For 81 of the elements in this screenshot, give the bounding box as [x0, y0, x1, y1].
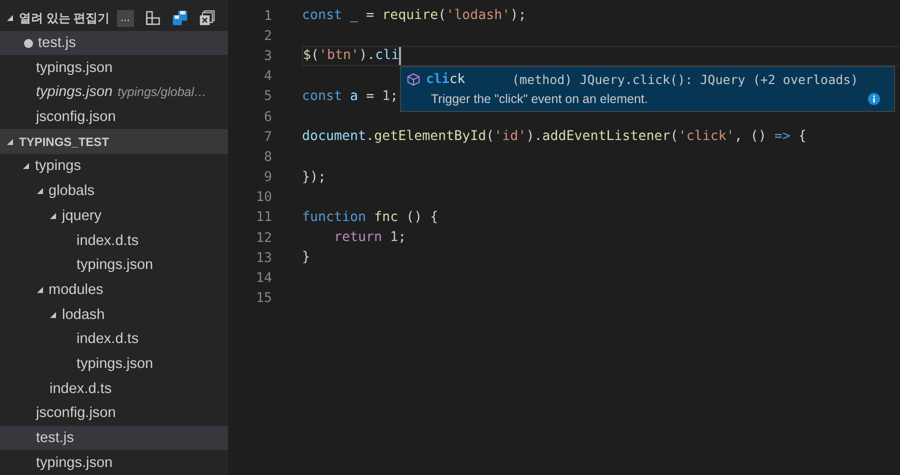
- file-name: typings.json: [36, 454, 113, 471]
- file-row[interactable]: index.d.ts: [0, 326, 228, 352]
- text-cursor: [399, 47, 402, 66]
- line-number: 9: [262, 170, 272, 186]
- line-number: 6: [262, 110, 272, 125]
- open-editor-item[interactable]: typings.json typings/global…: [0, 80, 228, 105]
- line-number: 15: [254, 291, 272, 306]
- suggestion-detail: (method) JQuery.click(): JQuery (+2 overloads): [512, 72, 858, 86]
- file-row[interactable]: index.d.ts: [0, 376, 228, 401]
- code-line: document.getElementById('id').addEventListener('click', () => {: [302, 128, 806, 146]
- save-all-icon[interactable]: [172, 10, 188, 26]
- open-editor-item[interactable]: jsconfig.json: [0, 104, 228, 130]
- folder-row[interactable]: typings: [0, 154, 228, 179]
- expand-triangle-icon[interactable]: [49, 310, 57, 319]
- code-line: const a = 1;: [302, 88, 398, 106]
- suggestion-label: click: [426, 72, 466, 86]
- line-number: 4: [262, 69, 272, 84]
- file-name: typings.json: [36, 60, 113, 76]
- file-row[interactable]: typings.json: [0, 352, 228, 376]
- file-name: typings.json: [76, 257, 154, 274]
- folder-row[interactable]: jquery: [0, 204, 228, 228]
- line-number: 1: [262, 8, 272, 24]
- line-number: 14: [254, 271, 272, 286]
- code-line: return 1;: [333, 229, 406, 248]
- file-path: typings/global…: [118, 85, 207, 100]
- expand-triangle-icon[interactable]: [49, 212, 57, 220]
- split-layout-icon[interactable]: [144, 10, 161, 26]
- folder-name: globals: [48, 183, 94, 200]
- folder-name: modules: [48, 282, 104, 298]
- file-name: jsconfig.json: [36, 109, 116, 126]
- line-number: 12: [254, 230, 272, 246]
- file-name: index.d.ts: [76, 331, 139, 348]
- code-line: });: [302, 168, 326, 187]
- file-row[interactable]: typings.json: [0, 252, 228, 278]
- line-number: 7: [262, 130, 272, 145]
- line-number: 5: [262, 89, 272, 104]
- open-editor-item[interactable]: test.js: [0, 30, 228, 56]
- line-number: 11: [254, 210, 272, 226]
- folder-row[interactable]: lodash: [0, 302, 228, 327]
- open-editor-item[interactable]: typings.json: [0, 55, 228, 80]
- line-number: 10: [254, 190, 272, 206]
- file-row[interactable]: typings.json: [0, 450, 228, 475]
- section-title: 열려 있는 편집기: [19, 10, 110, 27]
- file-name: test.js: [38, 35, 76, 52]
- file-name: typings.json: [36, 84, 113, 100]
- file-name: test.js: [36, 430, 74, 446]
- folder-name: typings: [35, 158, 81, 174]
- suggestion-item[interactable]: click (method) JQuery.click(): JQuery (+2 overloads): [401, 69, 894, 89]
- expand-triangle-icon[interactable]: [36, 286, 44, 294]
- explorer-header[interactable]: TYPINGS_TEST: [0, 129, 228, 154]
- code-line: $('btn').cli: [302, 46, 900, 66]
- folder-row[interactable]: globals: [0, 178, 228, 204]
- code-line: }: [302, 249, 310, 268]
- more-button[interactable]: ...: [116, 10, 134, 27]
- file-name: jsconfig.json: [36, 405, 116, 422]
- file-row[interactable]: test.js: [0, 426, 228, 450]
- expand-triangle-icon[interactable]: [6, 14, 14, 22]
- file-name: index.d.ts: [76, 232, 139, 249]
- suggestion-documentation: Trigger the "click" event on an element.: [431, 92, 649, 106]
- folder-name: lodash: [62, 306, 105, 323]
- file-name: typings.json: [76, 356, 154, 372]
- section-title: TYPINGS_TEST: [19, 134, 110, 149]
- cube-icon: [407, 72, 420, 86]
- unsaved-dot-icon: [24, 38, 33, 48]
- code-line: const _ = require('lodash');: [302, 7, 526, 26]
- expand-triangle-icon[interactable]: [36, 187, 44, 196]
- file-name: index.d.ts: [50, 380, 112, 397]
- folder-name: jquery: [62, 208, 102, 224]
- info-icon[interactable]: [868, 93, 880, 105]
- expand-triangle-icon[interactable]: [22, 162, 30, 170]
- line-number: 13: [254, 250, 272, 266]
- open-editors-header[interactable]: 열려 있는 편집기 ...: [0, 6, 228, 31]
- folder-row[interactable]: modules: [0, 278, 228, 302]
- line-number: 3: [262, 48, 272, 64]
- file-row[interactable]: jsconfig.json: [0, 401, 228, 426]
- line-number: 2: [262, 28, 272, 44]
- close-all-icon[interactable]: [198, 10, 215, 26]
- code-line: function fnc () {: [302, 208, 438, 227]
- line-number: 8: [262, 150, 272, 165]
- expand-triangle-icon[interactable]: [6, 138, 14, 146]
- file-row[interactable]: index.d.ts: [0, 228, 228, 253]
